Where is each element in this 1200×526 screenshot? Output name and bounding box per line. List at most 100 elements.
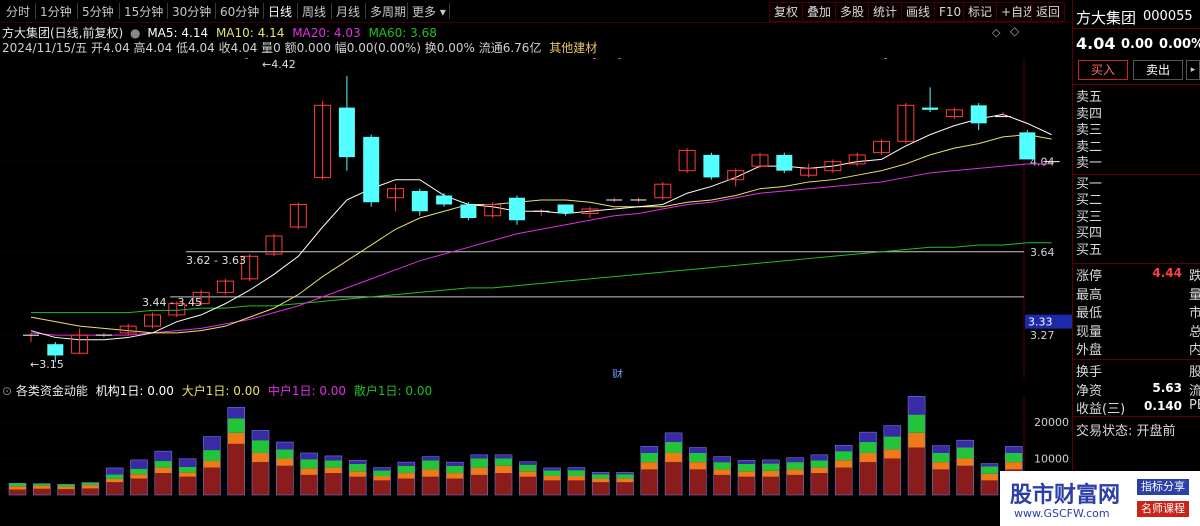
period-tab-1[interactable]: 1分钟 [40, 3, 72, 20]
funds-seg-jigou [276, 442, 294, 450]
chart-tool-button-4[interactable]: 画线 [901, 2, 936, 22]
stat-value-stats2-2: 0.140 [1144, 399, 1182, 413]
funds-seg-jigou [397, 462, 415, 466]
chart-tool-button-0[interactable]: 复权 [769, 2, 804, 22]
funds-bar [275, 441, 294, 496]
y-tick-2: 3.27 [1030, 329, 1055, 342]
funds-seg-dahu [470, 458, 488, 468]
candle [460, 202, 477, 221]
funds-seg-sanhu [81, 488, 99, 495]
quote-panel: 方大集团 000055 4.04 0.00 0.00% 买入 卖出 ▸ 卖五 卖四… [1073, 0, 1200, 526]
funds-seg-dahu [883, 436, 901, 450]
period-tab-8[interactable]: 月线 [336, 3, 360, 20]
chart-tool-button-8[interactable]: 返回 [1031, 2, 1066, 22]
stat-extra-stats-4: 内 [1189, 343, 1200, 358]
candle-body [922, 107, 939, 110]
candle [216, 278, 234, 295]
funds-seg-sanhu [300, 474, 318, 495]
funds-seg-dahu [57, 484, 75, 487]
candle [436, 193, 453, 207]
funds-seg-dahu [738, 463, 755, 472]
funds-seg-dahu [349, 463, 367, 472]
stat-extra-stats-1: 量 [1189, 287, 1200, 303]
funds-seg-sanhu [422, 476, 440, 495]
period-tab-2[interactable]: 5分钟 [82, 3, 114, 20]
candle [800, 163, 818, 178]
funds-seg-dahu [762, 463, 780, 471]
candle [289, 202, 307, 230]
settings-dot-icon[interactable]: ● [130, 26, 140, 40]
buy-button[interactable]: 买入 [1078, 60, 1128, 80]
candle-body [436, 195, 453, 205]
funds-seg-dahu [227, 418, 245, 433]
chart-tool-button-1[interactable]: 叠加 [802, 2, 837, 22]
funds-seg-dahu [567, 470, 585, 476]
funds-seg-jigou [981, 463, 998, 467]
watermark-tag2: 名师课程 [1137, 501, 1189, 517]
candle-body [703, 154, 720, 178]
funds-seg-zhonghu [57, 486, 75, 490]
candle [533, 208, 550, 216]
funds-seg-zhonghu [810, 467, 828, 474]
funds-indicator-chart[interactable]: 20000 10000 [0, 396, 1072, 526]
period-tab-7[interactable]: 周线 [302, 3, 326, 20]
funds-seg-jigou [130, 459, 148, 469]
funds-seg-dahu [956, 447, 974, 459]
period-tab-5[interactable]: 60分钟 [220, 3, 259, 20]
funds-bar [640, 446, 659, 496]
annotation-high: ←4.42 [262, 58, 296, 71]
chart-tool-button-6[interactable]: 标记 [963, 2, 998, 22]
funds-seg-dahu [495, 458, 512, 466]
period-tab-9[interactable]: 多周期 [370, 3, 406, 20]
funds-seg-jigou [179, 458, 197, 467]
period-tab-10[interactable]: 更多 ▾ [412, 3, 446, 20]
funds-seg-dahu [446, 465, 464, 474]
candle [776, 152, 793, 173]
funds-bar [713, 456, 732, 496]
funds-seg-jigou [932, 445, 950, 453]
period-tab-6[interactable]: 日线 [268, 3, 292, 20]
candlestick-chart[interactable]: 4.043.643.273.33←4.42←3.153.62 - 3.633.4… [0, 58, 1072, 378]
toolbar-separator [215, 3, 216, 19]
chart-tool-button-3[interactable]: 统计 [868, 2, 903, 22]
close-icon[interactable]: ◇ [1010, 24, 1019, 38]
funds-seg-dahu [33, 483, 51, 486]
sell-button[interactable]: 卖出 [1133, 60, 1183, 80]
funds-seg-sanhu [810, 473, 828, 495]
funds-bar [980, 463, 999, 496]
funds-seg-sanhu [738, 476, 755, 495]
chart-tool-button-2[interactable]: 多股 [835, 2, 870, 22]
signal-marker [884, 58, 887, 59]
funds-seg-zhonghu [373, 476, 391, 481]
y-tick-1: 3.64 [1030, 246, 1055, 259]
funds-bar [567, 467, 586, 496]
funds-bar [81, 482, 100, 496]
period-tab-4[interactable]: 30分钟 [172, 3, 211, 20]
funds-seg-dahu [908, 414, 926, 433]
candle-body [460, 204, 477, 218]
candle [71, 328, 89, 354]
funds-seg-jigou [543, 467, 561, 471]
diamond-icon[interactable]: ◇ [992, 26, 1000, 39]
funds-seg-sanhu [227, 443, 245, 495]
candle-body [338, 107, 355, 158]
funds-seg-sanhu [543, 480, 561, 495]
funds-seg-sanhu [981, 480, 998, 495]
candle [581, 206, 599, 218]
panel-expand-icon[interactable]: ▸ [1186, 60, 1200, 80]
candle [970, 103, 987, 131]
sector-link[interactable]: 其他建材 [549, 41, 597, 55]
candle [387, 184, 404, 212]
chart-tool-button-5[interactable]: F10 [934, 2, 967, 22]
funds-seg-dahu [859, 442, 877, 453]
toolbar-separator [35, 3, 36, 19]
funds-seg-jigou [738, 460, 755, 464]
funds-seg-sanhu [932, 469, 950, 495]
funds-seg-zhonghu [203, 461, 221, 468]
period-tab-0[interactable]: 分时 [6, 3, 30, 20]
funds-seg-sanhu [9, 489, 26, 495]
funds-seg-jigou [567, 467, 585, 471]
ma20-label: MA20: 4.03 [292, 26, 361, 40]
period-tab-3[interactable]: 15分钟 [124, 3, 163, 20]
funds-seg-dahu [786, 462, 804, 470]
